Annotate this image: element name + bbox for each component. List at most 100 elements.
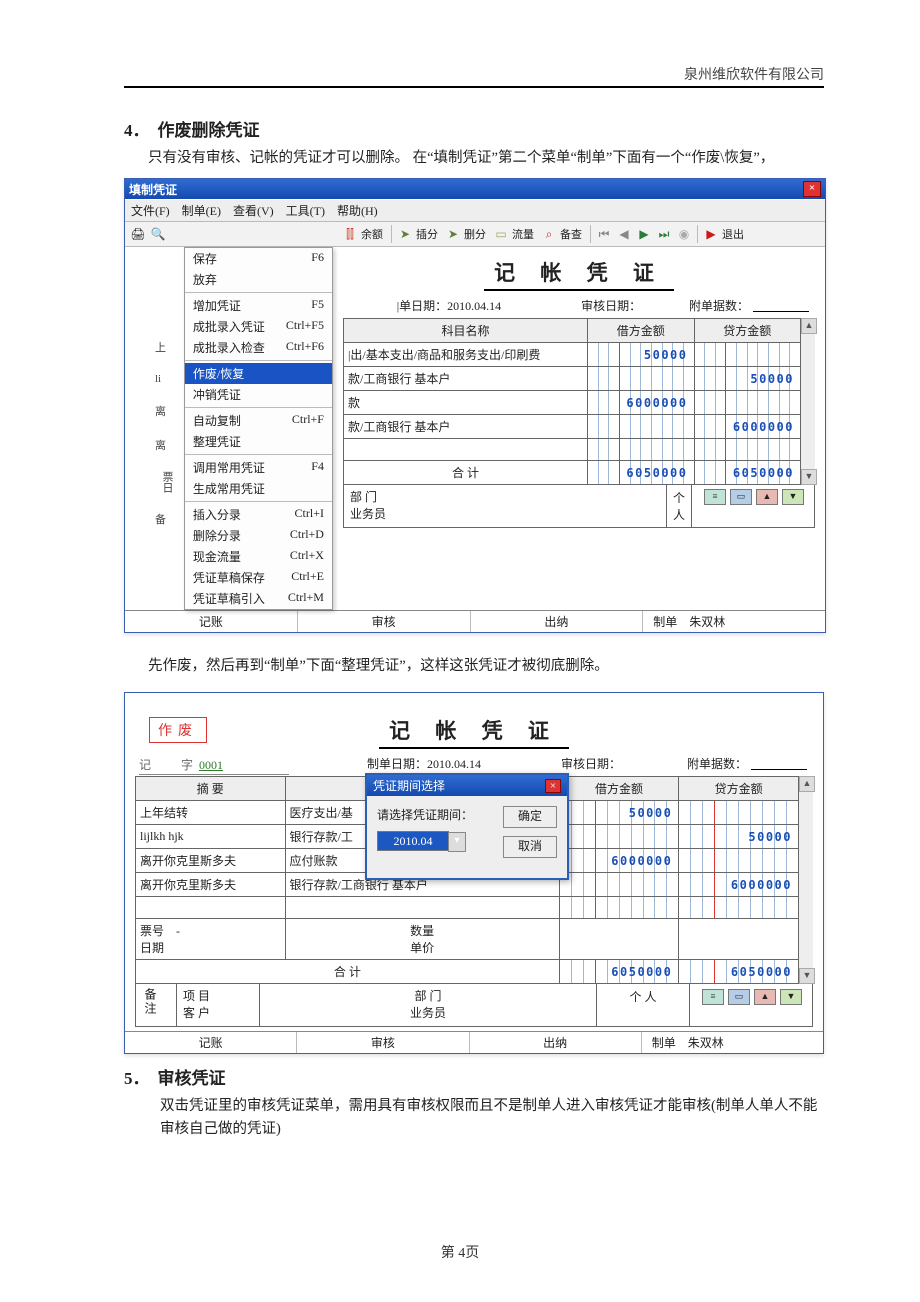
voucher-title-rule	[484, 289, 674, 291]
table-row[interactable]: 款 6000000	[343, 391, 800, 415]
balance-label[interactable]: 余额	[361, 226, 383, 242]
menu-file[interactable]: 文件(F)	[131, 202, 170, 219]
heading-5: 5．审核凭证	[124, 1064, 824, 1089]
help-icon[interactable]: ◉	[675, 225, 693, 243]
mini-action-icons: ≡▭▲▼	[690, 984, 812, 1026]
mi-draft-save[interactable]: 凭证草稿保存Ctrl+E	[185, 567, 332, 588]
delete-icon[interactable]: ➤	[444, 225, 462, 243]
insert-icon[interactable]: ➤	[396, 225, 414, 243]
mi-save[interactable]: 保存F6	[185, 248, 332, 269]
mi-gen-fav[interactable]: 生成常用凭证	[185, 478, 332, 499]
table-row[interactable]: 款/工商银行 基本户 50000	[343, 367, 800, 391]
mini-icon-4[interactable]: ▼	[780, 989, 802, 1005]
dropdown-caret-icon[interactable]: ▾	[448, 832, 466, 852]
voucher-title: 记 帐 凭 证	[343, 257, 815, 287]
menu-help[interactable]: 帮助(H)	[337, 202, 378, 219]
mi-discard[interactable]: 放弃	[185, 269, 332, 290]
company-header: 泉州维欣软件有限公司	[684, 64, 824, 84]
customer-label: 客 户	[183, 1005, 253, 1022]
heading-4-text: 作废删除凭证	[158, 121, 260, 140]
exit-icon[interactable]: ▶	[702, 225, 720, 243]
find-label[interactable]: 备查	[560, 226, 582, 242]
mi-void-restore[interactable]: 作废/恢复	[185, 363, 332, 384]
paragraph-1: 只有没有审核、记帐的凭证才可以删除。 在“填制凭证”第二个菜单“制单”下面有一个…	[148, 147, 824, 170]
window-title: 填制凭证	[129, 181, 177, 198]
scroll-down-icon[interactable]: ▼	[801, 469, 817, 485]
table-scrollbar[interactable]: ▲ ▼	[799, 776, 813, 984]
mini-icon-2[interactable]: ▭	[728, 989, 750, 1005]
period-field[interactable]: 2010.04 ▾	[377, 831, 449, 851]
doc-icon[interactable]: ▭	[492, 225, 510, 243]
mini-icon-4[interactable]: ▼	[782, 489, 804, 505]
mini-icon-1[interactable]: ≡	[704, 489, 726, 505]
total-row: 合 计 6050000 6050000	[343, 461, 800, 485]
heading-4: 4． 作废删除凭证	[124, 116, 824, 141]
print-icon[interactable]: 🖨	[129, 225, 147, 243]
mi-add[interactable]: 增加凭证F5	[185, 295, 332, 316]
page-footer: 第 4页	[0, 1242, 920, 1262]
nav-first-icon[interactable]: ⏮	[595, 225, 613, 243]
mi-batch-check[interactable]: 成批录入检查Ctrl+F6	[185, 337, 332, 358]
mi-clean[interactable]: 整理凭证	[185, 431, 332, 452]
voucher-seq-number[interactable]: 0001	[199, 758, 223, 772]
voucher-area: 记 帐 凭 证 |单日期：2010.04.14 审核日期： 附单据数：	[333, 247, 825, 610]
mi-del-entry[interactable]: 删除分录Ctrl+D	[185, 525, 332, 546]
agent-label: 业务员	[350, 507, 386, 521]
voucher-window-2: 作废 记字0001 记 帐 凭 证 制单日期：2010.04.14 审核日期： …	[124, 692, 824, 1054]
scroll-up-icon[interactable]: ▲	[799, 776, 815, 792]
chart-icon[interactable]: ⫿⫿	[341, 225, 359, 243]
sb-post: 记账	[125, 611, 298, 632]
menu-tools[interactable]: 工具(T)	[286, 202, 325, 219]
nav-prev-icon[interactable]: ◀	[615, 225, 633, 243]
th-dr: 借方金额	[559, 777, 679, 801]
mi-ins-entry[interactable]: 插入分录Ctrl+I	[185, 504, 332, 525]
mini-icon-2[interactable]: ▭	[730, 489, 752, 505]
delete-label[interactable]: 删分	[464, 226, 486, 242]
mi-batch-entry[interactable]: 成批录入凭证Ctrl+F5	[185, 316, 332, 337]
scroll-down-icon[interactable]: ▼	[799, 968, 815, 984]
insert-label[interactable]: 插分	[416, 226, 438, 242]
modal-ok-button[interactable]: 确定	[503, 806, 557, 828]
voucher-footer: 备注 项 目 客 户 部 门 业务员 个 人 ≡▭▲▼	[135, 984, 813, 1027]
nav-next-icon[interactable]: ▶	[635, 225, 653, 243]
mi-autocopy[interactable]: 自动复制Ctrl+F	[185, 410, 332, 431]
audit-date-label: 审核日期：	[581, 297, 641, 314]
table-scrollbar[interactable]: ▲ ▼	[801, 318, 815, 485]
heading-4-number: 4．	[124, 121, 150, 140]
heading-5-number: 5．	[124, 1069, 150, 1088]
mi-reverse[interactable]: 冲销凭证	[185, 384, 332, 405]
mi-draft-load[interactable]: 凭证草稿引入Ctrl+M	[185, 588, 332, 609]
mini-icon-1[interactable]: ≡	[702, 989, 724, 1005]
table-row[interactable]: 款/工商银行 基本户 6000000	[343, 415, 800, 439]
find-icon[interactable]: ⌕	[540, 225, 558, 243]
make-date-value: 2010.04.14	[427, 757, 481, 771]
page-header-rule	[124, 86, 824, 88]
preview-icon[interactable]: 🔍	[149, 225, 167, 243]
voucher-seq: 记字0001	[139, 755, 289, 775]
voucher-footer: 部 门 业务员 个 人 ≡▭▲▼	[343, 485, 815, 528]
nav-last-icon[interactable]: ⏭	[655, 225, 673, 243]
mini-icon-3[interactable]: ▲	[756, 489, 778, 505]
toolbar-sep	[391, 225, 392, 243]
total-row: 票号 - 日期 数量 单价	[136, 919, 799, 960]
exit-label[interactable]: 退出	[722, 226, 744, 242]
flow-label[interactable]: 流量	[512, 226, 534, 242]
modal-cancel-button[interactable]: 取消	[503, 836, 557, 858]
menu-bar: 文件(F) 制单(E) 查看(V) 工具(T) 帮助(H)	[125, 199, 825, 222]
mi-cashflow[interactable]: 现金流量Ctrl+X	[185, 546, 332, 567]
modal-close-button[interactable]: ×	[545, 779, 561, 793]
sb-cashier: 出纳	[471, 611, 644, 632]
window-close-button[interactable]: ×	[803, 181, 821, 197]
mini-icon-3[interactable]: ▲	[754, 989, 776, 1005]
scroll-up-icon[interactable]: ▲	[801, 318, 817, 334]
menu-make[interactable]: 制单(E)	[182, 202, 221, 219]
paragraph-3: 双击凭证里的审核凭证菜单，需用具有审核权限而且不是制单人进入审核凭证才能审核(制…	[160, 1095, 824, 1141]
table-row[interactable]	[136, 897, 799, 919]
th-acct: 科目名称	[343, 319, 587, 343]
table-row[interactable]	[343, 439, 800, 461]
menu-view[interactable]: 查看(V)	[233, 202, 274, 219]
table-row[interactable]: |出/基本支出/商品和服务支出/印刷费 50000	[343, 343, 800, 367]
mi-call-fav[interactable]: 调用常用凭证F4	[185, 457, 332, 478]
dept-label: 部 门	[266, 988, 590, 1005]
sb-prep: 制单 朱双林	[643, 611, 825, 632]
